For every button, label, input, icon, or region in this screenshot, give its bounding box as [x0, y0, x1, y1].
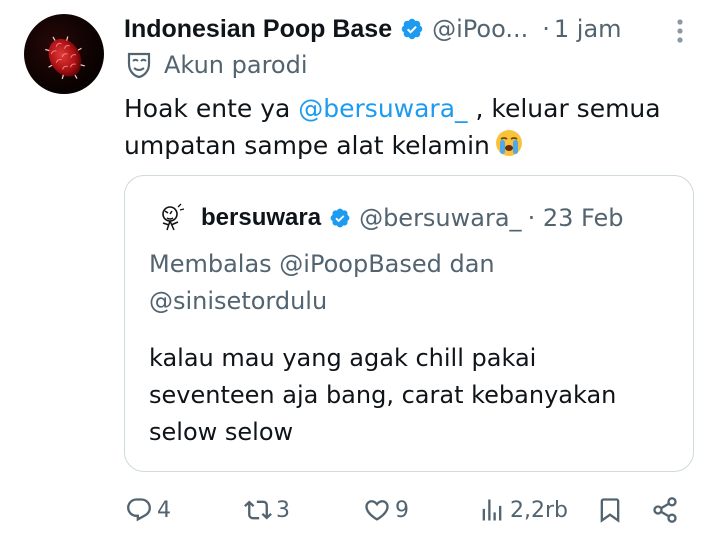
quoted-author-avatar[interactable]: [155, 201, 189, 235]
tweet-time[interactable]: 1 jam: [554, 15, 622, 43]
author-handle[interactable]: @iPoo...: [432, 15, 528, 43]
quoted-author-name[interactable]: bersuwara: [201, 204, 321, 232]
quoted-tweet-card[interactable]: bersuwara @bersuwara_ · 23 Feb Membalas …: [124, 175, 694, 472]
share-icon: [651, 496, 679, 524]
separator-dot: ·: [542, 15, 550, 43]
quoted-tweet-date: · 23 Feb: [527, 204, 624, 232]
author-avatar[interactable]: [24, 14, 104, 94]
verified-badge-icon: [400, 17, 424, 41]
mask-icon: [126, 51, 152, 79]
reply-button[interactable]: 4: [125, 496, 171, 524]
action-bar: 4 3 9 2,2rb: [0, 490, 720, 534]
view-count: 2,2rb: [510, 497, 568, 523]
rambutan-icon: [45, 36, 85, 80]
parody-label-text: Akun parodi: [164, 51, 308, 79]
author-name[interactable]: Indonesian Poop Base: [124, 15, 392, 44]
views-button[interactable]: 2,2rb: [478, 496, 568, 524]
like-count: 9: [395, 497, 409, 523]
repost-button[interactable]: 3: [244, 496, 290, 524]
loudly-crying-face-icon: [494, 128, 524, 158]
repost-count: 3: [276, 497, 290, 523]
quoted-tweet-text: kalau mau yang agak chill pakai seventee…: [149, 344, 617, 446]
tweet-text-part: Hoak ente ya: [124, 94, 299, 123]
quoted-author-handle[interactable]: @bersuwara_: [359, 204, 522, 232]
parody-account-label: Akun parodi: [126, 51, 308, 79]
bookmark-button[interactable]: [596, 496, 624, 524]
like-button[interactable]: 9: [363, 496, 409, 524]
reply-icon: [125, 496, 153, 524]
quoted-tweet-header: bersuwara @bersuwara_ · 23 Feb: [155, 201, 623, 235]
reply-count: 4: [157, 497, 171, 523]
views-chart-icon: [478, 496, 506, 524]
mention-link[interactable]: @bersuwara_: [298, 94, 467, 123]
replying-to-text: Membalas @iPoopBased dan @sinisetordulu: [149, 250, 495, 315]
heart-icon: [363, 496, 391, 524]
tweet-header: Indonesian Poop Base @iPoo... · 1 jam: [124, 12, 704, 46]
more-options-icon[interactable]: [672, 16, 688, 46]
bookmark-icon: [596, 496, 624, 524]
share-button[interactable]: [651, 496, 679, 524]
tweet-text: Hoak ente ya @bersuwara_ , keluar semua …: [124, 90, 704, 164]
repost-icon: [244, 496, 272, 524]
verified-badge-icon: [329, 207, 351, 229]
